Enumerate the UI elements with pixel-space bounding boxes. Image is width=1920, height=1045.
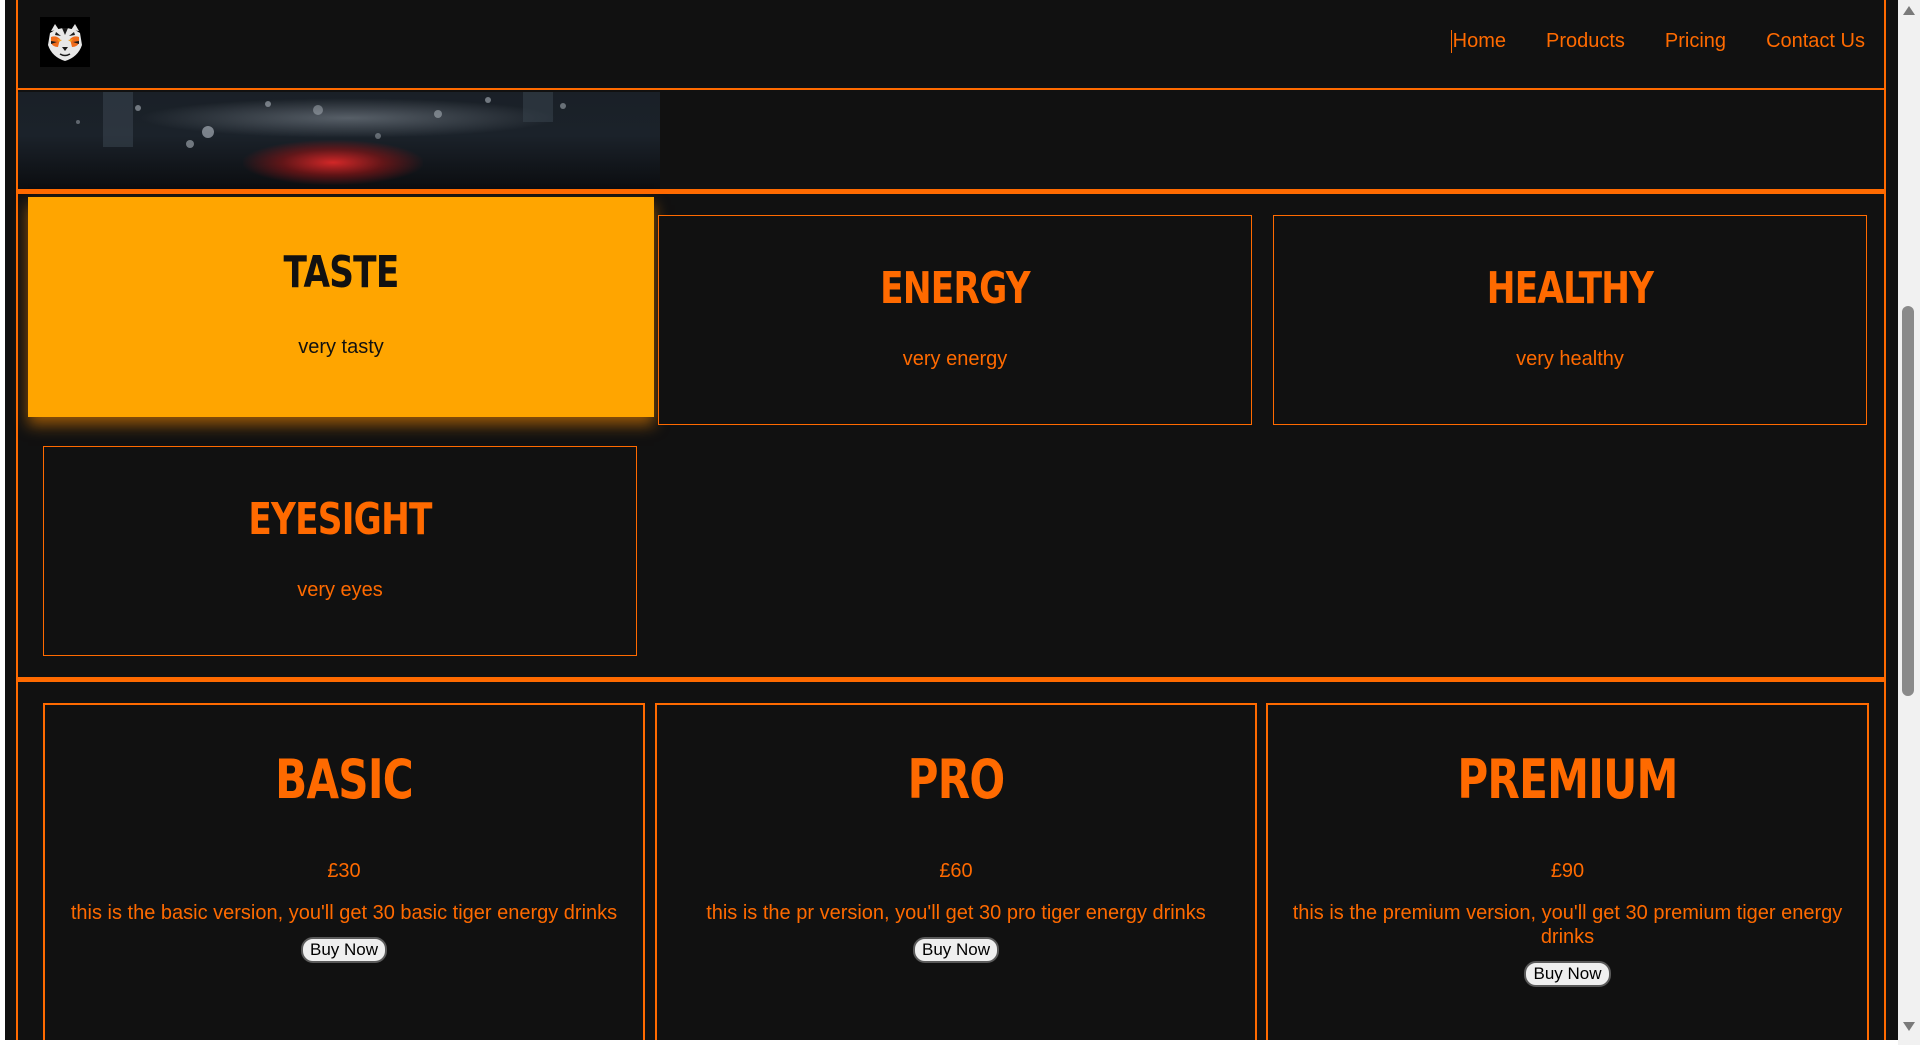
feature-desc: very tasty [298, 336, 384, 358]
plan-title: PRO [907, 748, 1006, 811]
plan-price: £90 [1550, 860, 1585, 882]
tiger-icon [40, 17, 90, 67]
tiger-logo-icon[interactable] [40, 17, 90, 67]
feature-card-energy[interactable]: ENERGY very energy [658, 215, 1252, 425]
buy-now-button[interactable]: Buy Now [912, 937, 1000, 963]
plan-desc: this is the basic version, you'll get 30… [70, 902, 618, 924]
scrollbar-thumb[interactable] [1902, 306, 1914, 696]
nav-pricing-link[interactable]: Pricing [1665, 30, 1726, 53]
plan-desc: this is the pr version, you'll get 30 pr… [706, 902, 1206, 924]
feature-title: ENERGY [880, 263, 1030, 314]
water-drops-decoration [76, 92, 566, 148]
nav-contact-link[interactable]: Contact Us [1766, 30, 1865, 53]
page: Home Products Pricing Contact Us TASTE v… [5, 0, 1898, 1040]
feature-card-eyesight[interactable]: EYESIGHT very eyes [43, 446, 637, 656]
page-scrollbar[interactable] [1898, 0, 1920, 1045]
feature-title: EYESIGHT [248, 494, 432, 545]
feature-desc: very energy [902, 348, 1008, 370]
pricing-section: BASIC £30 this is the basic version, you… [18, 682, 1884, 1040]
site-header: Home Products Pricing Contact Us [18, 0, 1884, 90]
nav-home-link[interactable]: Home [1450, 30, 1506, 53]
browser-viewport: Home Products Pricing Contact Us TASTE v… [0, 0, 1920, 1045]
feature-desc: very eyes [297, 579, 383, 601]
scroll-up-arrow-icon[interactable] [1903, 6, 1915, 15]
hero-image [18, 92, 660, 189]
scroll-down-arrow-icon[interactable] [1903, 1022, 1915, 1031]
nav-products-link[interactable]: Products [1546, 30, 1625, 53]
feature-title: HEALTHY [1486, 263, 1654, 314]
hero-section [18, 92, 1884, 189]
feature-card-healthy[interactable]: HEALTHY very healthy [1273, 215, 1867, 425]
pricing-card-pro: PRO £60 this is the pr version, you'll g… [655, 703, 1257, 1040]
plan-price: £60 [939, 860, 973, 882]
plan-price: £30 [327, 860, 361, 882]
plan-title: BASIC [275, 748, 414, 811]
main-nav: Home Products Pricing Contact Us [1450, 30, 1865, 53]
page-border-right [1884, 0, 1886, 1040]
pricing-card-basic: BASIC £30 this is the basic version, you… [43, 703, 645, 1040]
buy-now-button[interactable]: Buy Now [1524, 961, 1611, 987]
pricing-card-premium: PREMIUM £90 this is the premium version,… [1266, 703, 1869, 1040]
buy-now-button[interactable]: Buy Now [300, 937, 388, 963]
plan-desc: this is the premium version, you'll get … [1292, 902, 1843, 948]
features-section: TASTE very tasty ENERGY very energy HEAL… [18, 194, 1884, 677]
feature-desc: very healthy [1516, 348, 1624, 370]
plan-title: PREMIUM [1457, 748, 1678, 811]
feature-title: TASTE [283, 247, 399, 298]
feature-card-taste[interactable]: TASTE very tasty [28, 197, 654, 417]
